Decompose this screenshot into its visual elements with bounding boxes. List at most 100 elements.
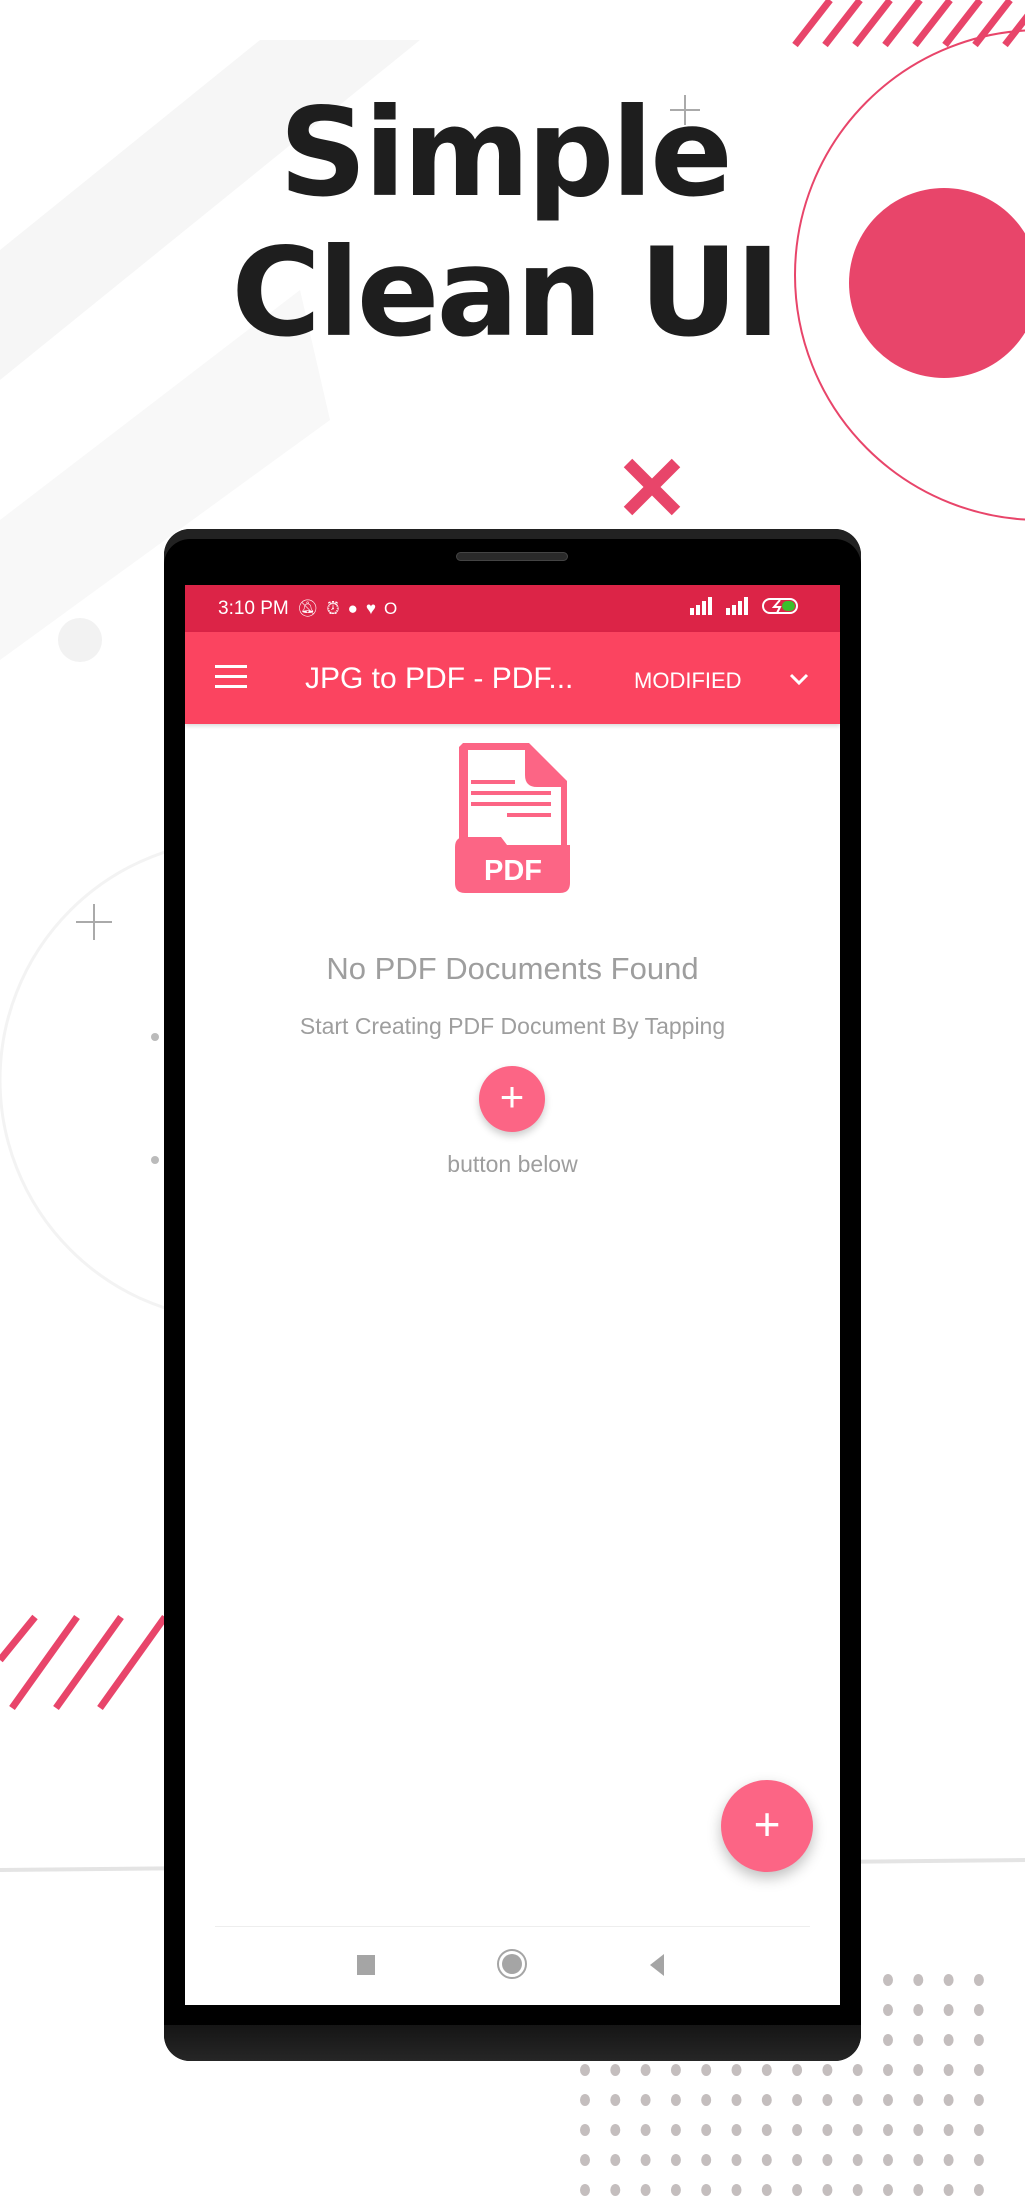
signal-icon <box>726 597 748 615</box>
decor-dot <box>943 2004 954 2016</box>
decor-dot <box>913 2034 924 2046</box>
decor-dot <box>701 2064 712 2076</box>
decor-dot <box>640 2124 651 2136</box>
app-title: JPG to PDF - PDF... <box>305 662 574 695</box>
decor-dot <box>883 2004 893 2016</box>
home-circle-icon <box>502 1954 522 1974</box>
decor-dot <box>701 2124 712 2136</box>
decor-dot <box>913 2124 924 2136</box>
decor-dot <box>792 2094 803 2106</box>
decor-dot <box>580 2124 590 2136</box>
x-mark <box>623 458 681 516</box>
empty-state-subtitle-end: button below <box>447 1151 578 1177</box>
pdf-icon-label: PDF <box>484 855 542 887</box>
decor-dot <box>670 2124 681 2136</box>
decor-dot <box>943 2184 954 2196</box>
bell-off-icon: 🔕︎ <box>296 598 319 618</box>
decor-dot <box>943 2094 954 2106</box>
decor-dot <box>883 2124 893 2136</box>
battery-charging-icon <box>762 598 798 614</box>
decor-dot <box>973 2154 984 2166</box>
decor-dot <box>913 2154 924 2166</box>
inline-add-button[interactable]: + <box>479 1066 545 1132</box>
decor-dot <box>610 2094 621 2106</box>
decor-dot <box>761 2124 772 2136</box>
decor-dot <box>883 2034 893 2046</box>
status-time: 3:10 PM <box>218 597 289 619</box>
status-bar: 3:10 PM 🔕︎ ⏰︎ ● ♥ O <box>185 585 840 632</box>
decor-dot <box>792 2154 803 2166</box>
decor-dot <box>792 2124 803 2136</box>
decor-dot <box>580 2184 590 2196</box>
decor-dot <box>913 2094 924 2106</box>
decor-dot <box>731 2094 742 2106</box>
decor-dot <box>731 2064 742 2076</box>
decor-dot <box>640 2154 651 2166</box>
decor-dot <box>640 2064 651 2076</box>
decor-dot <box>973 2034 984 2046</box>
decor-dot <box>943 1974 954 1986</box>
hamburger-icon[interactable] <box>215 665 247 689</box>
decor-dot <box>913 2004 924 2016</box>
nav-divider <box>215 1926 810 1927</box>
decor-dot <box>913 1974 924 1986</box>
decor-dot <box>670 2064 681 2076</box>
decor-dot <box>883 2154 893 2166</box>
phone-speaker <box>456 552 568 561</box>
decor-dot <box>701 2094 712 2106</box>
decor-dot <box>580 2154 590 2166</box>
decor-dot <box>943 2064 954 2076</box>
decor-dot <box>731 2154 742 2166</box>
decor-dot <box>701 2184 712 2196</box>
decor-dot <box>761 2094 772 2106</box>
decor-dot <box>701 2154 712 2166</box>
decor-dot <box>580 2064 590 2076</box>
decor-dot <box>973 2004 984 2016</box>
decor-dot <box>852 2094 863 2106</box>
heart-icon: ♥ <box>365 598 376 618</box>
decor-dot <box>610 2184 621 2196</box>
decor-dot <box>973 2184 984 2196</box>
decor-dot <box>792 2184 803 2196</box>
decor-dot <box>670 2094 681 2106</box>
app-screen: 3:10 PM 🔕︎ ⏰︎ ● ♥ O JPG to PDF - PDF... … <box>185 585 840 2005</box>
alarm-icon: ⏰︎ <box>326 598 340 618</box>
decor-dot <box>610 2154 621 2166</box>
app-bar: JPG to PDF - PDF... MODIFIED <box>185 632 840 724</box>
add-pdf-fab[interactable]: + <box>721 1780 813 1872</box>
home-button[interactable] <box>497 1949 527 1979</box>
signal-icon <box>690 597 712 615</box>
decor-dot <box>610 2124 621 2136</box>
decor-dot <box>822 2064 833 2076</box>
headline-line2: Clean UI <box>231 222 780 364</box>
decor-dot <box>792 2064 803 2076</box>
decor-dot <box>913 2184 924 2196</box>
decor-dot <box>852 2064 863 2076</box>
back-button[interactable] <box>650 1954 664 1976</box>
decor-dot <box>670 2154 681 2166</box>
decor-dot <box>731 2184 742 2196</box>
decor-dot <box>883 2184 893 2196</box>
decor-dot <box>670 2184 681 2196</box>
decor-dot <box>913 2064 924 2076</box>
empty-state-title: No PDF Documents Found <box>326 951 699 986</box>
chevron-down-icon[interactable] <box>788 668 810 690</box>
decor-dot <box>761 2064 772 2076</box>
decor-dot <box>973 2124 984 2136</box>
headline-line1: Simple <box>279 82 733 224</box>
sort-dropdown[interactable]: MODIFIED <box>634 668 742 694</box>
decor-dot <box>640 2094 651 2106</box>
decor-dot <box>822 2154 833 2166</box>
decor-dot <box>973 2064 984 2076</box>
decor-dot <box>731 2124 742 2136</box>
decor-dot <box>610 2064 621 2076</box>
decor-dot <box>852 2154 863 2166</box>
opera-icon: O <box>384 598 398 618</box>
empty-state-subtitle: Start Creating PDF Document By Tapping <box>299 1013 726 1039</box>
decor-dot <box>761 2154 772 2166</box>
decor-dot <box>640 2184 651 2196</box>
decor-dot <box>883 1974 893 1986</box>
decor-dot <box>822 2094 833 2106</box>
decor-dot <box>973 1974 984 1986</box>
recents-button[interactable] <box>357 1955 375 1975</box>
